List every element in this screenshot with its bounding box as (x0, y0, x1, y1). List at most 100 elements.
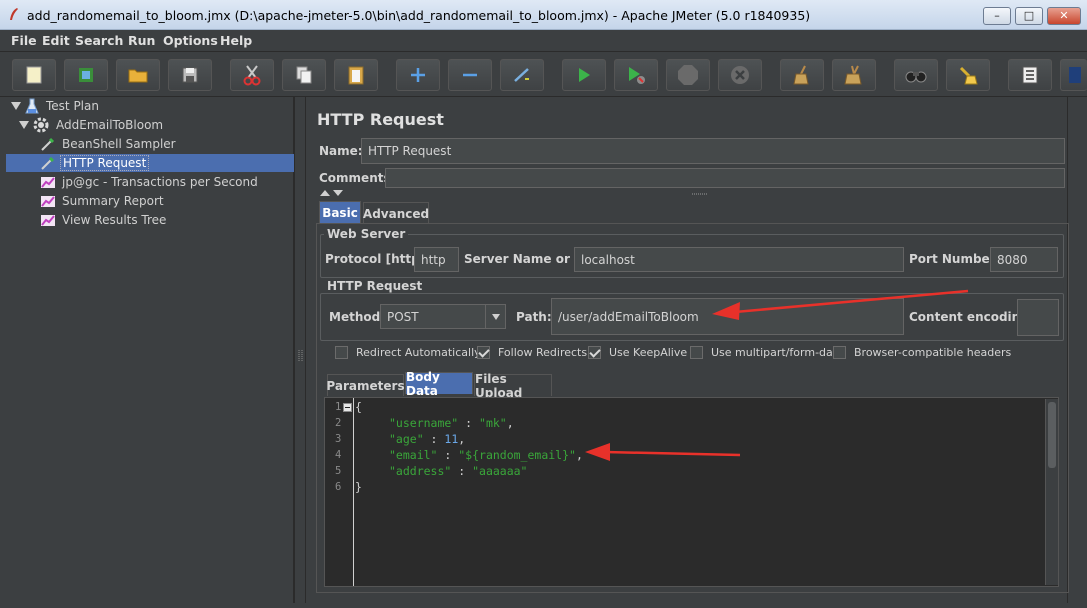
shutdown-button[interactable] (718, 59, 762, 91)
collapse-all-button[interactable] (448, 59, 492, 91)
checkbox-label: Use multipart/form-data (711, 346, 844, 359)
protocol-field[interactable]: http (414, 247, 459, 272)
chart-icon (41, 196, 55, 207)
copy-button[interactable] (282, 59, 326, 91)
tree-item-view-results-tree[interactable]: View Results Tree (40, 211, 168, 229)
panel-scrollbar[interactable] (1067, 97, 1087, 603)
open-button[interactable] (116, 59, 160, 91)
line-number: 1 (335, 401, 342, 413)
redirect-automatically-checkbox[interactable]: Redirect Automatically (335, 346, 481, 359)
clear-all-button[interactable] (832, 59, 876, 91)
line-number: 2 (335, 417, 342, 429)
shutdown-icon (731, 66, 749, 84)
server-name-field[interactable]: localhost (574, 247, 904, 272)
tab-body-data[interactable]: Body Data (405, 370, 473, 398)
tree-item-label: HTTP Request (60, 155, 150, 171)
save-button[interactable] (168, 59, 212, 91)
code-line-6: } (355, 480, 362, 494)
resize-grip-icon[interactable] (692, 192, 708, 196)
menu-search[interactable]: Search (75, 33, 123, 48)
tree-item-test-plan[interactable]: Test Plan (10, 97, 101, 115)
window-title: add_randomemail_to_bloom.jmx (D:\apache-… (27, 8, 811, 23)
tree-item-thread-group[interactable]: AddEmailToBloom (18, 116, 165, 134)
reset-search-button[interactable] (946, 59, 990, 91)
tab-advanced[interactable]: Advanced (363, 202, 429, 224)
web-server-title: Web Server (324, 227, 409, 241)
editor-scrollbar[interactable] (1045, 399, 1058, 585)
start-button[interactable] (562, 59, 606, 91)
cut-button[interactable] (230, 59, 274, 91)
window-titlebar: add_randomemail_to_bloom.jmx (D:\apache-… (0, 0, 1087, 30)
menu-run[interactable]: Run (128, 33, 155, 48)
clear-button[interactable] (780, 59, 824, 91)
browser-compatible-headers-checkbox[interactable]: Browser-compatible headers (833, 346, 1011, 359)
paste-button[interactable] (334, 59, 378, 91)
menu-edit[interactable]: Edit (42, 33, 70, 48)
fold-toggle-icon[interactable] (343, 403, 352, 412)
editor-scrollbar-thumb[interactable] (1048, 402, 1056, 468)
search-button[interactable] (894, 59, 938, 91)
use-multipart-checkbox[interactable]: Use multipart/form-data (690, 346, 844, 359)
menu-help[interactable]: Help (220, 33, 252, 48)
tree-item-transactions-per-second[interactable]: jp@gc - Transactions per Second (40, 173, 260, 191)
chart-icon (41, 177, 55, 188)
checkbox-box (588, 346, 601, 359)
method-value: POST (387, 309, 419, 324)
expand-all-button[interactable] (396, 59, 440, 91)
collapse-arrows-icon[interactable] (319, 189, 345, 197)
method-label: Method: (329, 310, 385, 324)
http-request-title: HTTP Request (324, 279, 426, 293)
menu-file[interactable]: File (11, 33, 37, 48)
close-button[interactable]: ✕ (1047, 7, 1081, 25)
drag-handle-icon (298, 350, 303, 362)
tab-basic[interactable]: Basic (319, 201, 361, 223)
menu-bar: File Edit Search Run Options Help (0, 30, 1087, 52)
split-pane-divider[interactable] (294, 97, 306, 603)
code-line-2: "username" : "mk", (389, 416, 514, 430)
json-tail: , (575, 448, 583, 462)
pipette-icon (41, 137, 55, 151)
toggle-button[interactable] (500, 59, 544, 91)
templates-button[interactable] (64, 59, 108, 91)
json-key: "address" (389, 464, 452, 478)
tab-parameters[interactable]: Parameters (326, 374, 405, 396)
tree-item-summary-report[interactable]: Summary Report (40, 192, 166, 210)
broom-all-icon (844, 65, 862, 85)
comments-field[interactable] (385, 168, 1065, 188)
help-button[interactable] (1060, 59, 1087, 91)
stop-button[interactable] (666, 59, 710, 91)
path-field[interactable]: /user/addEmailToBloom (551, 298, 904, 335)
new-button[interactable] (12, 59, 56, 91)
use-keepalive-checkbox[interactable]: Use KeepAlive (588, 346, 687, 359)
code-line-1: { (355, 400, 362, 414)
port-field[interactable]: 8080 (990, 247, 1058, 272)
list-icon (1022, 66, 1038, 84)
tree-item-http-request[interactable]: HTTP Request (40, 154, 150, 172)
line-number: 4 (335, 449, 342, 461)
name-field[interactable]: HTTP Request (361, 138, 1065, 164)
content-encoding-field[interactable] (1017, 299, 1059, 336)
maximize-button[interactable]: □ (1015, 7, 1043, 25)
json-value: 11 (444, 432, 459, 446)
checkbox-box (477, 346, 490, 359)
follow-redirects-checkbox[interactable]: Follow Redirects (477, 346, 587, 359)
tree-item-beanshell-sampler[interactable]: BeanShell Sampler (40, 135, 178, 153)
broom-icon (793, 65, 809, 85)
dropdown-button[interactable] (485, 305, 505, 328)
plus-icon (411, 68, 425, 82)
tree-item-label: Test Plan (46, 99, 99, 113)
method-select[interactable]: POST (380, 304, 506, 329)
function-helper-button[interactable] (1008, 59, 1052, 91)
json-value: "mk" (479, 416, 507, 430)
clipboard-icon (348, 66, 364, 85)
tree-item-label: AddEmailToBloom (56, 118, 164, 132)
minimize-button[interactable]: – (983, 7, 1011, 25)
tab-files-upload[interactable]: Files Upload (474, 372, 552, 400)
line-number: 5 (335, 465, 342, 477)
body-data-editor[interactable]: 1 2 3 4 5 6 { "username" : "mk", "age" :… (324, 397, 1059, 587)
menu-options[interactable]: Options (163, 33, 218, 48)
minus-icon (463, 73, 477, 77)
toolbar (0, 53, 1087, 97)
save-icon (182, 67, 198, 83)
start-no-pauses-button[interactable] (614, 59, 658, 91)
